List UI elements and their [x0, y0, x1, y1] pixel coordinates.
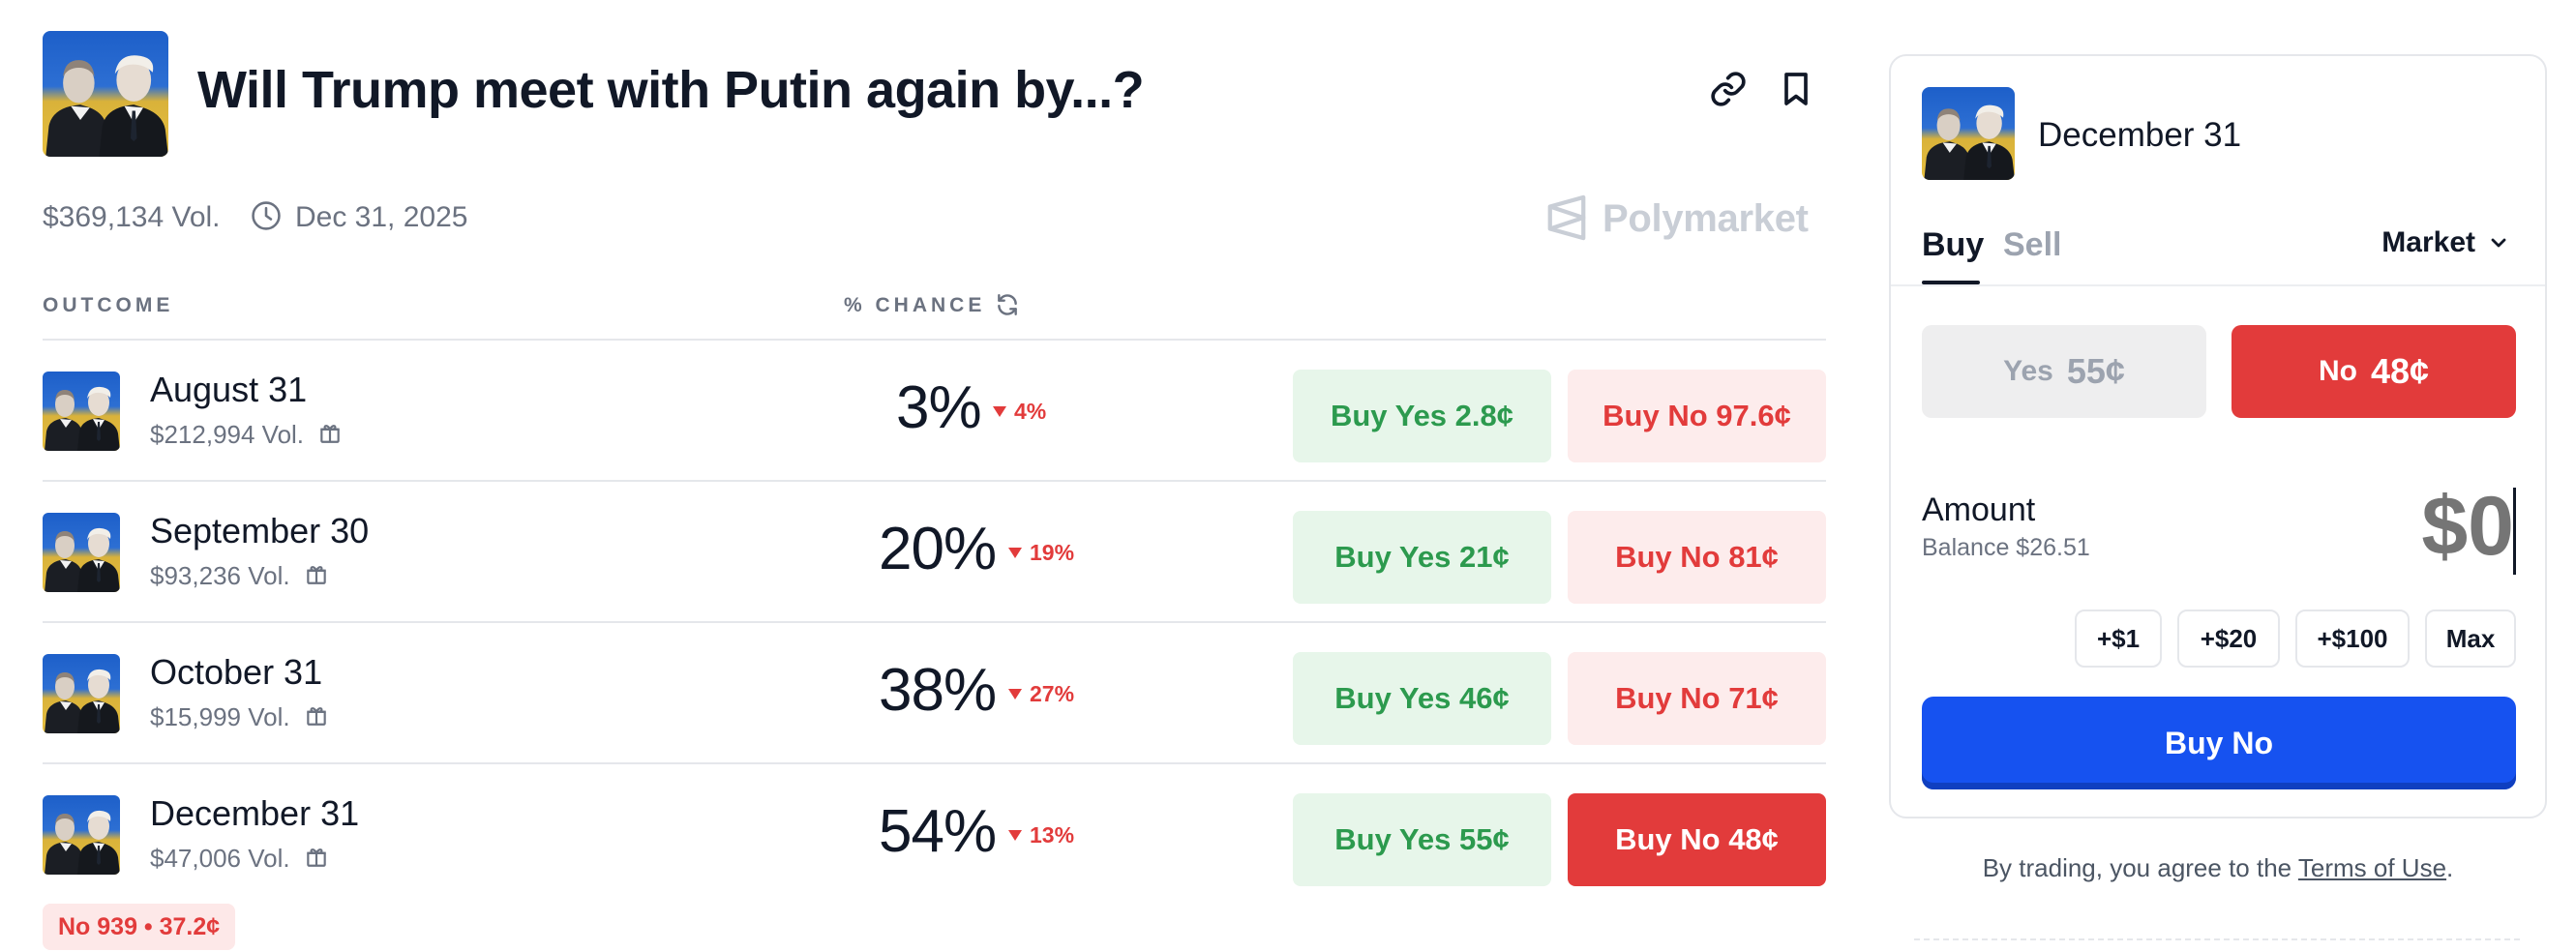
outcome-name[interactable]: December 31	[150, 793, 359, 834]
terms-of-use-link[interactable]: Terms of Use	[2298, 853, 2446, 882]
outcome-row: October 31 $15,999 Vol. 38% 27% Buy Yes …	[0, 623, 1839, 764]
outcome-image	[43, 372, 120, 451]
yes-label: Yes	[2003, 355, 2053, 387]
outcome-image	[1922, 87, 2015, 180]
buy-yes-button[interactable]: Buy Yes 21¢	[1293, 511, 1551, 604]
outcome-image	[43, 513, 120, 592]
buy-yes-button[interactable]: Buy Yes 2.8¢	[1293, 370, 1551, 462]
divider	[1914, 938, 2520, 940]
outcome-volume: $212,994 Vol.	[150, 420, 305, 449]
outcome-chance: 3%	[896, 374, 982, 441]
submit-buy-button[interactable]: Buy No	[1922, 697, 2516, 789]
terms-notice: By trading, you agree to the Terms of Us…	[1889, 853, 2547, 883]
terms-suffix: .	[2446, 853, 2454, 882]
terms-prefix: By trading, you agree to the	[1982, 853, 2298, 882]
buy-no-button[interactable]: Buy No 48¢	[1568, 793, 1826, 886]
outcome-volume: $93,236 Vol.	[150, 561, 290, 590]
chance-change-value: 4%	[1014, 399, 1047, 424]
max-button[interactable]: Max	[2425, 610, 2516, 668]
outcome-chance: 54%	[879, 798, 997, 865]
outcome-volume: $15,999 Vol.	[150, 702, 290, 731]
column-header-chance: % CHANCE	[844, 294, 986, 316]
gift-icon	[307, 848, 326, 867]
tab-sell[interactable]: Sell	[2003, 226, 2061, 264]
chance-change: 13%	[1008, 822, 1074, 848]
page-title: Will Trump meet with Putin again by...?	[197, 61, 1145, 119]
market-end-date: Dec 31, 2025	[295, 201, 468, 233]
divider	[1891, 284, 2545, 286]
trade-panel-title: December 31	[2038, 116, 2242, 154]
order-type-label: Market	[2381, 226, 2475, 258]
buy-yes-button[interactable]: Buy Yes 55¢	[1293, 793, 1551, 886]
outcome-name[interactable]: October 31	[150, 652, 322, 693]
amount-input[interactable]	[2340, 478, 2514, 575]
outcome-volume: $47,006 Vol.	[150, 844, 290, 873]
add-100-button[interactable]: +$100	[2295, 610, 2410, 668]
chance-change: 19%	[1008, 540, 1074, 566]
gift-icon	[320, 425, 340, 443]
no-price: 48¢	[2370, 351, 2430, 391]
no-label: No	[2318, 355, 2357, 387]
outcome-image	[43, 654, 120, 733]
link-icon[interactable]	[1709, 70, 1748, 108]
down-triangle-icon	[1008, 830, 1022, 841]
gift-icon	[307, 707, 326, 726]
gift-icon	[307, 566, 326, 584]
down-triangle-icon	[1008, 689, 1022, 699]
order-type-dropdown[interactable]: Market	[2381, 226, 2510, 259]
chance-change: 4%	[993, 399, 1046, 425]
chance-change-value: 13%	[1030, 822, 1075, 848]
outcome-chance: 20%	[879, 516, 997, 582]
yes-outcome-toggle[interactable]: Yes 55¢	[1922, 325, 2206, 418]
chance-change: 27%	[1008, 681, 1074, 707]
column-header-outcome: OUTCOME	[43, 294, 174, 316]
no-outcome-toggle[interactable]: No 48¢	[2232, 325, 2516, 418]
add-1-button[interactable]: +$1	[2075, 610, 2162, 668]
brand-watermark: Polymarket	[1603, 197, 1809, 240]
chance-change-value: 19%	[1030, 540, 1075, 565]
outcome-name[interactable]: August 31	[150, 370, 307, 410]
outcome-row: December 31 $47,006 Vol. 54% 13% Buy Yes…	[0, 764, 1839, 906]
refresh-icon[interactable]	[995, 292, 1020, 317]
text-caret	[2513, 488, 2516, 575]
chevron-down-icon	[2491, 238, 2506, 248]
outcome-name[interactable]: September 30	[150, 511, 369, 551]
outcome-row: September 30 $93,236 Vol. 20% 19% Buy Ye…	[0, 482, 1839, 623]
add-20-button[interactable]: +$20	[2177, 610, 2280, 668]
market-image	[43, 31, 168, 157]
buy-no-button[interactable]: Buy No 97.6¢	[1568, 370, 1826, 462]
market-volume: $369,134 Vol.	[43, 201, 221, 233]
buy-no-button[interactable]: Buy No 71¢	[1568, 652, 1826, 745]
outcome-chance: 38%	[879, 657, 997, 724]
chance-change-value: 27%	[1030, 681, 1075, 706]
buy-yes-button[interactable]: Buy Yes 46¢	[1293, 652, 1551, 745]
trade-panel: December 31 Buy Sell Market Yes 55¢ No 4…	[1889, 54, 2547, 818]
polymarket-logo-icon	[1547, 194, 1586, 241]
position-badge[interactable]: No 939 • 37.2¢	[43, 904, 236, 950]
outcome-image	[43, 795, 120, 875]
bookmark-icon[interactable]	[1777, 70, 1815, 108]
amount-label: Amount	[1922, 491, 2036, 528]
yes-price: 55¢	[2066, 351, 2125, 391]
balance-label: Balance $26.51	[1922, 534, 2090, 561]
clock-icon	[252, 201, 281, 230]
outcome-row: August 31 $212,994 Vol. 3% 4% Buy Yes 2.…	[0, 341, 1839, 482]
down-triangle-icon	[993, 406, 1006, 417]
buy-no-button[interactable]: Buy No 81¢	[1568, 511, 1826, 604]
down-triangle-icon	[1008, 548, 1022, 558]
tab-buy[interactable]: Buy	[1922, 226, 1984, 264]
